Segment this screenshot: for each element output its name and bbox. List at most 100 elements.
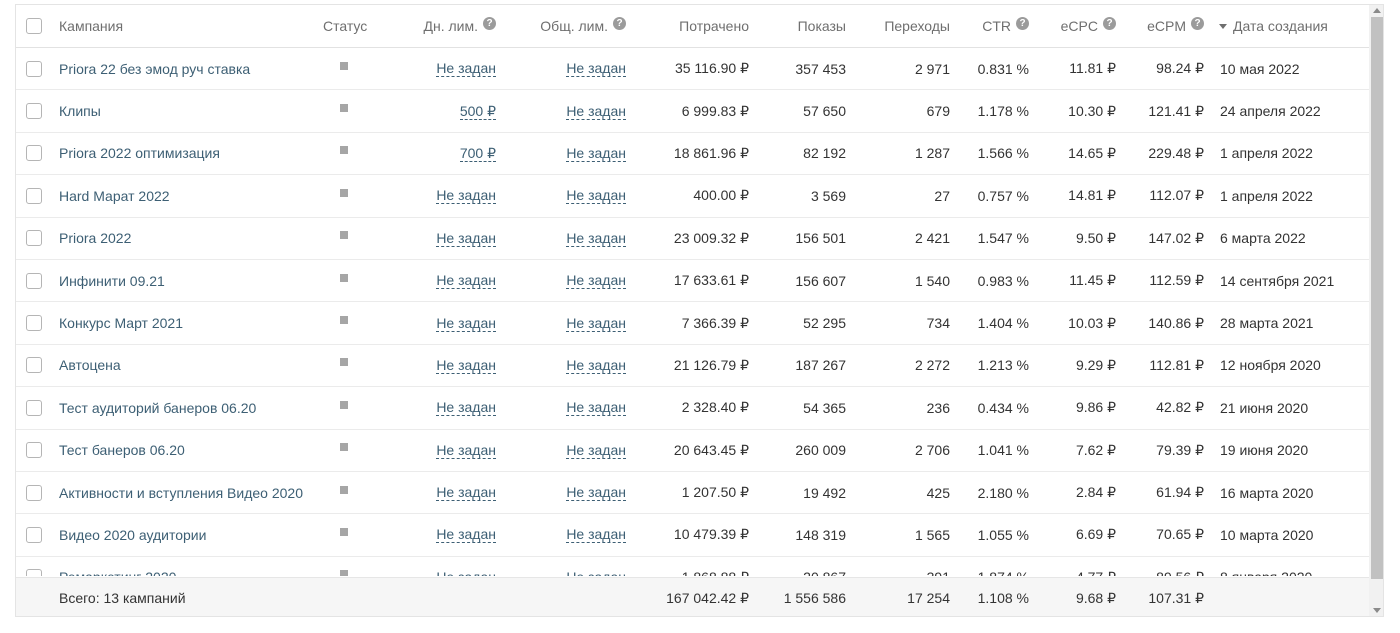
status-stopped-icon[interactable] [340,231,348,240]
campaign-name-link[interactable]: Priora 22 без эмод руч ставка [59,48,314,89]
col-created[interactable]: Дата создания [1219,5,1367,47]
col-campaign[interactable]: Кампания [59,5,289,47]
col-clicks[interactable]: Переходы [856,5,950,47]
status-stopped-icon[interactable] [340,61,348,70]
row-checkbox[interactable] [26,103,42,120]
campaign-name-link[interactable]: Тест аудиторий банеров 06.20 [59,387,314,428]
total-limit-link[interactable]: Не задан [566,484,626,502]
status-stopped-icon[interactable] [340,443,348,452]
help-icon[interactable]: ? [613,16,626,30]
daily-limit-link[interactable]: Не задан [436,230,496,247]
status-stopped-icon[interactable] [340,146,348,155]
status-stopped-icon[interactable] [340,400,348,409]
col-daily-limit[interactable]: Дн. лим. ? [396,5,496,47]
daily-limit-link[interactable]: Не задан [436,399,496,417]
daily-limit-link[interactable]: Не задан [436,526,496,544]
row-checkbox[interactable] [26,315,42,332]
total-limit-link[interactable]: Не задан [566,399,626,417]
status-cell [333,302,355,343]
daily-limit-link[interactable]: Не задан [436,442,496,459]
daily-limit-link[interactable]: Не задан [436,187,496,205]
impressions-value: 156 607 [795,272,846,289]
total-limit-link[interactable]: Не задан [566,442,626,459]
daily-limit-link[interactable]: Не задан [436,357,496,374]
status-cell [333,260,355,301]
row-checkbox[interactable] [26,187,42,204]
campaign-name-link[interactable]: Автоцена [59,345,314,386]
select-all-checkbox[interactable] [26,18,42,34]
daily-limit-link[interactable]: Не задан [436,569,496,576]
status-stopped-icon[interactable] [340,485,348,494]
total-limit-link[interactable]: Не задан [566,315,626,332]
total-limit-link[interactable]: Не задан [566,145,626,162]
row-select-cell [16,175,52,216]
help-icon[interactable]: ? [1191,16,1204,30]
campaign-name-link[interactable]: Активности и вступления Видео 2020 [59,472,314,513]
campaign-name-link[interactable]: Hard Марат 2022 [59,175,314,216]
col-spent[interactable]: Потрачено [636,5,749,47]
created-date: 6 марта 2022 [1220,230,1306,247]
total-limit-link[interactable]: Не задан [566,526,626,544]
daily-limit-link[interactable]: Не задан [436,315,496,332]
row-checkbox[interactable] [26,230,42,247]
total-limit-link[interactable]: Не задан [566,60,626,78]
campaign-name-link[interactable]: Конкурс Март 2021 [59,302,314,343]
totals-ecpc: 9.68 ₽ [1075,589,1116,606]
ecpc-value: 4.77 ₽ [1036,557,1116,576]
col-impressions[interactable]: Показы [756,5,846,47]
status-stopped-icon[interactable] [340,570,348,576]
row-checkbox[interactable] [26,145,42,162]
vertical-scrollbar[interactable] [1369,5,1383,616]
daily-limit-cell: Не задан [396,430,496,471]
campaign-name-link[interactable]: Ремаркетинг 2020 [59,557,314,576]
help-icon[interactable]: ? [1103,16,1116,30]
row-checkbox[interactable] [26,526,42,543]
daily-limit-link[interactable]: Не задан [436,60,496,78]
total-limit-link[interactable]: Не задан [566,103,626,120]
campaign-name-link[interactable]: Видео 2020 аудитории [59,514,314,555]
row-checkbox[interactable] [26,442,42,459]
status-stopped-icon[interactable] [340,358,348,367]
campaign-name-link[interactable]: Инфинити 09.21 [59,260,314,301]
campaign-name-link[interactable]: Priora 2022 [59,218,314,259]
daily-limit-link[interactable]: 700 ₽ [459,145,496,162]
col-ecpm[interactable]: eCPM ? [1126,5,1204,47]
status-stopped-icon[interactable] [340,104,348,113]
campaign-name-link[interactable]: Priora 2022 оптимизация [59,133,314,174]
campaign-name-link[interactable]: Тест банеров 06.20 [59,430,314,471]
ecpm-value: 112.59 ₽ [1149,272,1204,289]
help-icon[interactable]: ? [483,16,496,30]
spent-value: 10 479.39 ₽ [673,526,749,543]
col-ecpc[interactable]: eCPC ? [1036,5,1116,47]
total-limit-link[interactable]: Не задан [566,272,626,290]
help-icon[interactable]: ? [1016,16,1029,30]
scroll-down-icon[interactable] [1373,608,1381,613]
daily-limit-link[interactable]: Не задан [436,272,496,290]
row-checkbox[interactable] [26,484,42,501]
scrollbar-thumb[interactable] [1371,17,1383,579]
row-checkbox[interactable] [26,399,42,416]
row-checkbox[interactable] [26,569,42,576]
campaign-name-link[interactable]: Клипы [59,90,314,131]
row-checkbox[interactable] [26,60,42,77]
status-cell [333,557,355,576]
total-limit-cell: Не задан [516,48,626,89]
status-stopped-icon[interactable] [340,188,348,197]
row-checkbox[interactable] [26,357,42,374]
status-stopped-icon[interactable] [340,316,348,325]
total-limit-link[interactable]: Не задан [566,187,626,205]
col-status[interactable]: Статус [323,5,403,47]
row-checkbox[interactable] [26,272,42,289]
total-limit-link[interactable]: Не задан [566,357,626,374]
table-body: Priora 22 без эмод руч ставка Не задан Н… [16,48,1369,576]
status-cell [333,90,355,131]
total-limit-link[interactable]: Не задан [566,230,626,247]
col-total-limit[interactable]: Общ. лим. ? [516,5,626,47]
status-stopped-icon[interactable] [340,527,348,536]
status-stopped-icon[interactable] [340,273,348,282]
daily-limit-link[interactable]: 500 ₽ [459,103,496,120]
total-limit-link[interactable]: Не задан [566,569,626,576]
scroll-up-icon[interactable] [1373,8,1381,13]
daily-limit-link[interactable]: Не задан [436,484,496,502]
col-ctr[interactable]: CTR ? [956,5,1029,47]
